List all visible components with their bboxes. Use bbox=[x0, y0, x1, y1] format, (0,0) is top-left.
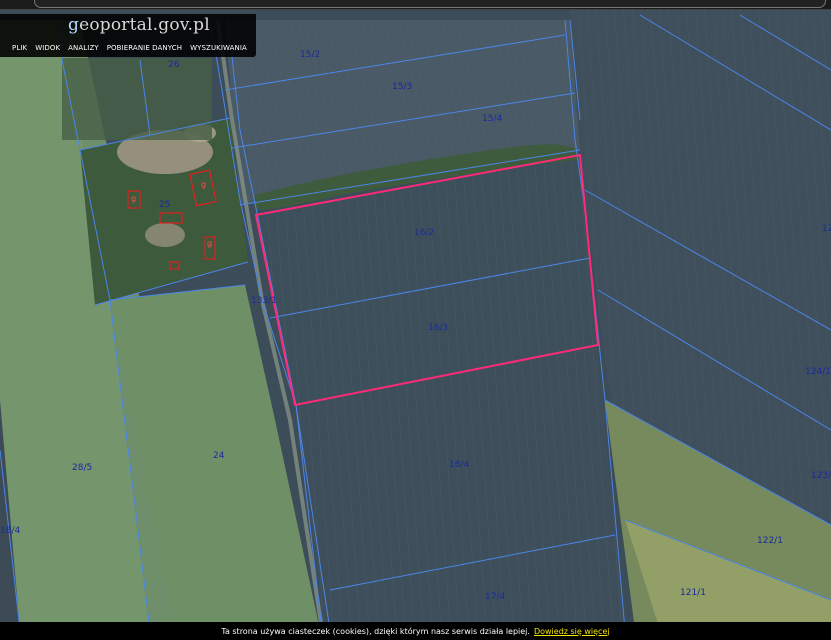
building-label: g bbox=[207, 239, 212, 248]
menu-pobieranie-danych[interactable]: POBIERANIE DANYCH bbox=[103, 44, 186, 52]
parcel-label: 24 bbox=[213, 451, 225, 461]
main-menu: PLIK WIDOK ANALIZY POBIERANIE DANYCH WYS… bbox=[8, 44, 251, 52]
building-label: g bbox=[201, 180, 206, 189]
browser-address-bar bbox=[0, 0, 831, 10]
parcel-label: 18/4 bbox=[0, 526, 20, 536]
parcel-label: 123/1 bbox=[811, 471, 831, 481]
parcel-label: 26 bbox=[168, 60, 180, 70]
map-view[interactable]: 15/2 26 15/3 15/4 25 16/2 133/1 16/3 124… bbox=[0, 10, 831, 630]
parcel-label: 25 bbox=[159, 200, 170, 210]
cookie-text: Ta strona używa ciasteczek (cookies), dz… bbox=[221, 626, 530, 636]
parcel-label: 15/4 bbox=[482, 114, 502, 124]
cookie-learn-more-link[interactable]: Dowiedz się więcej bbox=[534, 627, 610, 636]
geoportal-logo[interactable]: geoportal.gov.pl bbox=[68, 15, 210, 35]
parcel-label: 16/3 bbox=[428, 323, 448, 333]
address-field[interactable] bbox=[34, 0, 826, 8]
menu-plik[interactable]: PLIK bbox=[8, 44, 31, 52]
aerial-map[interactable]: 15/2 26 15/3 15/4 25 16/2 133/1 16/3 124… bbox=[0, 10, 831, 630]
building-label: g bbox=[131, 194, 136, 203]
parcel-label: 133/1 bbox=[251, 296, 277, 306]
parcel-label: 17/4 bbox=[485, 592, 505, 602]
parcel-label: 12 bbox=[822, 224, 831, 234]
menu-wyszukiwania[interactable]: WYSZUKIWANIA bbox=[186, 44, 251, 52]
parcel-label: 15/3 bbox=[392, 82, 412, 92]
geoportal-toolbar: geoportal.gov.pl PLIK WIDOK ANALIZY POBI… bbox=[0, 14, 256, 57]
parcel-label: 16/2 bbox=[414, 228, 434, 238]
cookie-banner: Ta strona używa ciasteczek (cookies), dz… bbox=[0, 622, 831, 640]
parcel-label: 122/1 bbox=[757, 536, 783, 546]
parcel-label: 15/2 bbox=[300, 50, 320, 60]
parcel-label: 121/1 bbox=[680, 588, 706, 598]
menu-widok[interactable]: WIDOK bbox=[31, 44, 64, 52]
parcel-label: 16/4 bbox=[449, 460, 469, 470]
parcel-label: 124/1 bbox=[805, 367, 831, 377]
parcel-label: 28/5 bbox=[72, 463, 92, 473]
menu-analizy[interactable]: ANALIZY bbox=[64, 44, 103, 52]
